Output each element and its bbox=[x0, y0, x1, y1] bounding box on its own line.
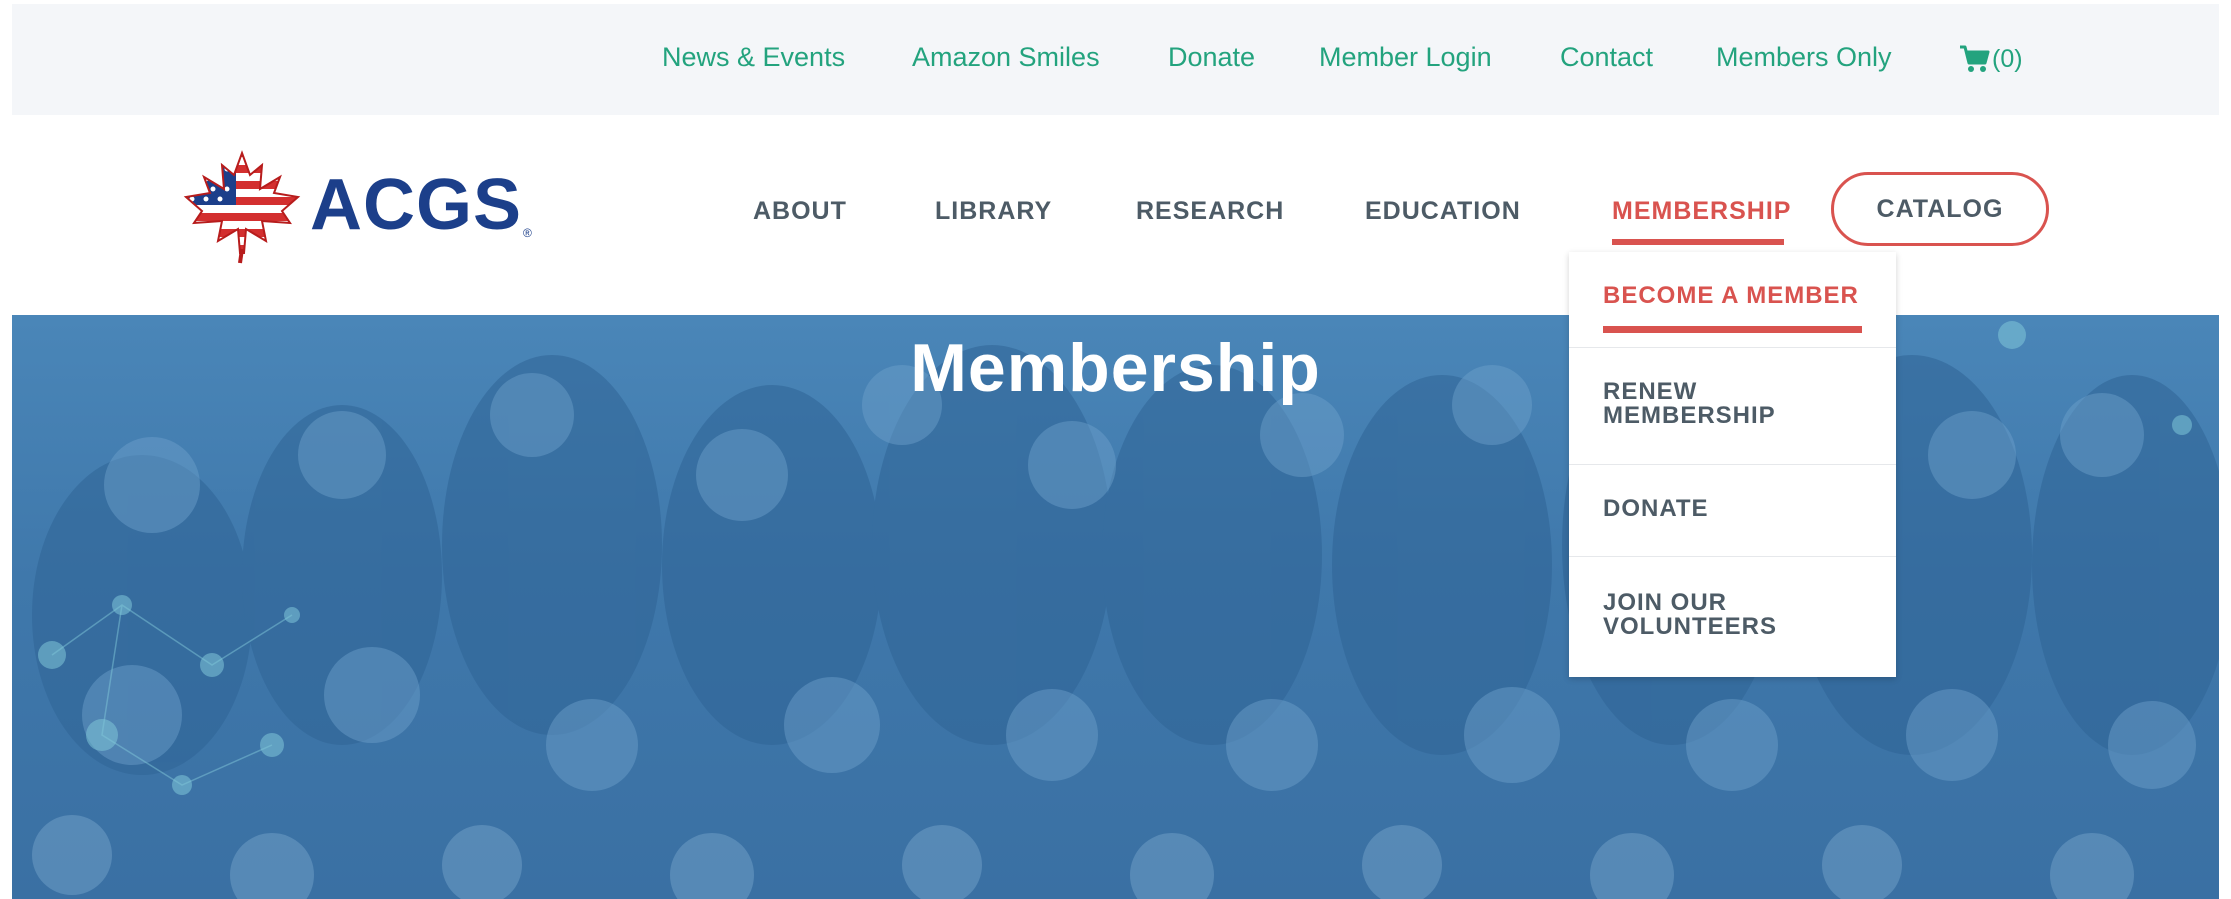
nav-library[interactable]: LIBRARY bbox=[935, 197, 1052, 226]
utility-link-donate[interactable]: Donate bbox=[1168, 42, 1255, 73]
dropdown-label: DONATE bbox=[1603, 495, 1709, 522]
shopping-cart-icon bbox=[1960, 45, 1990, 72]
nav-membership-underline bbox=[1612, 239, 1784, 245]
cart-count: (0) bbox=[1992, 44, 2023, 73]
utility-link-news-events[interactable]: News & Events bbox=[662, 42, 845, 73]
registered-mark: ® bbox=[523, 226, 532, 240]
nav-about[interactable]: ABOUT bbox=[753, 197, 847, 226]
cart-link[interactable]: (0) bbox=[1959, 42, 2023, 76]
logo-wordmark: ACGS bbox=[310, 165, 523, 245]
dropdown-item-donate[interactable]: DONATE bbox=[1569, 465, 1896, 557]
utility-bar: News & Events Amazon Smiles Donate Membe… bbox=[12, 4, 2219, 115]
maple-leaf-flag-icon bbox=[183, 150, 301, 264]
dropdown-active-underline bbox=[1603, 326, 1862, 333]
dropdown-label: RENEW MEMBERSHIP bbox=[1603, 378, 1776, 429]
catalog-button[interactable]: CATALOG bbox=[1831, 172, 2049, 246]
utility-link-members-only[interactable]: Members Only bbox=[1716, 42, 1892, 73]
dropdown-item-renew-membership[interactable]: RENEW MEMBERSHIP bbox=[1569, 348, 1896, 465]
nav-research[interactable]: RESEARCH bbox=[1136, 197, 1284, 226]
nav-membership[interactable]: MEMBERSHIP bbox=[1612, 197, 1791, 226]
dropdown-item-become-a-member[interactable]: BECOME A MEMBER bbox=[1569, 252, 1896, 348]
dropdown-item-join-our-volunteers[interactable]: JOIN OUR VOLUNTEERS bbox=[1569, 557, 1896, 677]
page-frame: News & Events Amazon Smiles Donate Membe… bbox=[12, 4, 2219, 899]
membership-dropdown: BECOME A MEMBER RENEW MEMBERSHIP DONATE … bbox=[1569, 252, 1896, 677]
utility-link-contact[interactable]: Contact bbox=[1560, 42, 1653, 73]
dropdown-label: JOIN OUR VOLUNTEERS bbox=[1603, 589, 1778, 640]
site-logo[interactable]: ACGS ® bbox=[182, 149, 542, 265]
utility-link-member-login[interactable]: Member Login bbox=[1319, 42, 1492, 73]
utility-link-amazon-smiles[interactable]: Amazon Smiles bbox=[912, 42, 1100, 73]
dropdown-label: BECOME A MEMBER bbox=[1603, 282, 1859, 309]
nav-education[interactable]: EDUCATION bbox=[1365, 197, 1521, 226]
